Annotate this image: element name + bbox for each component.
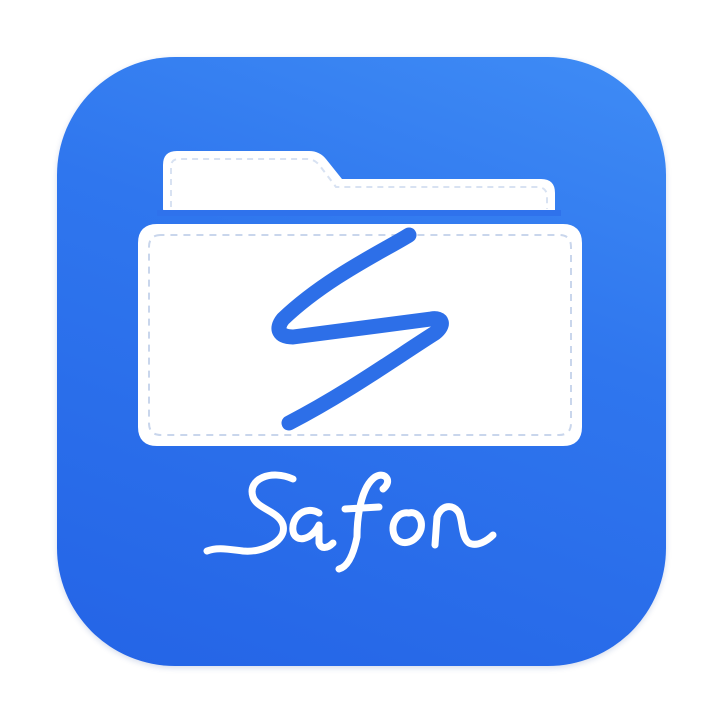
folder-icon	[138, 151, 582, 446]
app-icon[interactable]: Safon	[57, 57, 666, 666]
folder-back-panel	[163, 151, 555, 215]
app-icon-artwork	[138, 151, 582, 573]
safon-wordmark	[203, 471, 497, 573]
canvas: Safon	[0, 0, 723, 723]
